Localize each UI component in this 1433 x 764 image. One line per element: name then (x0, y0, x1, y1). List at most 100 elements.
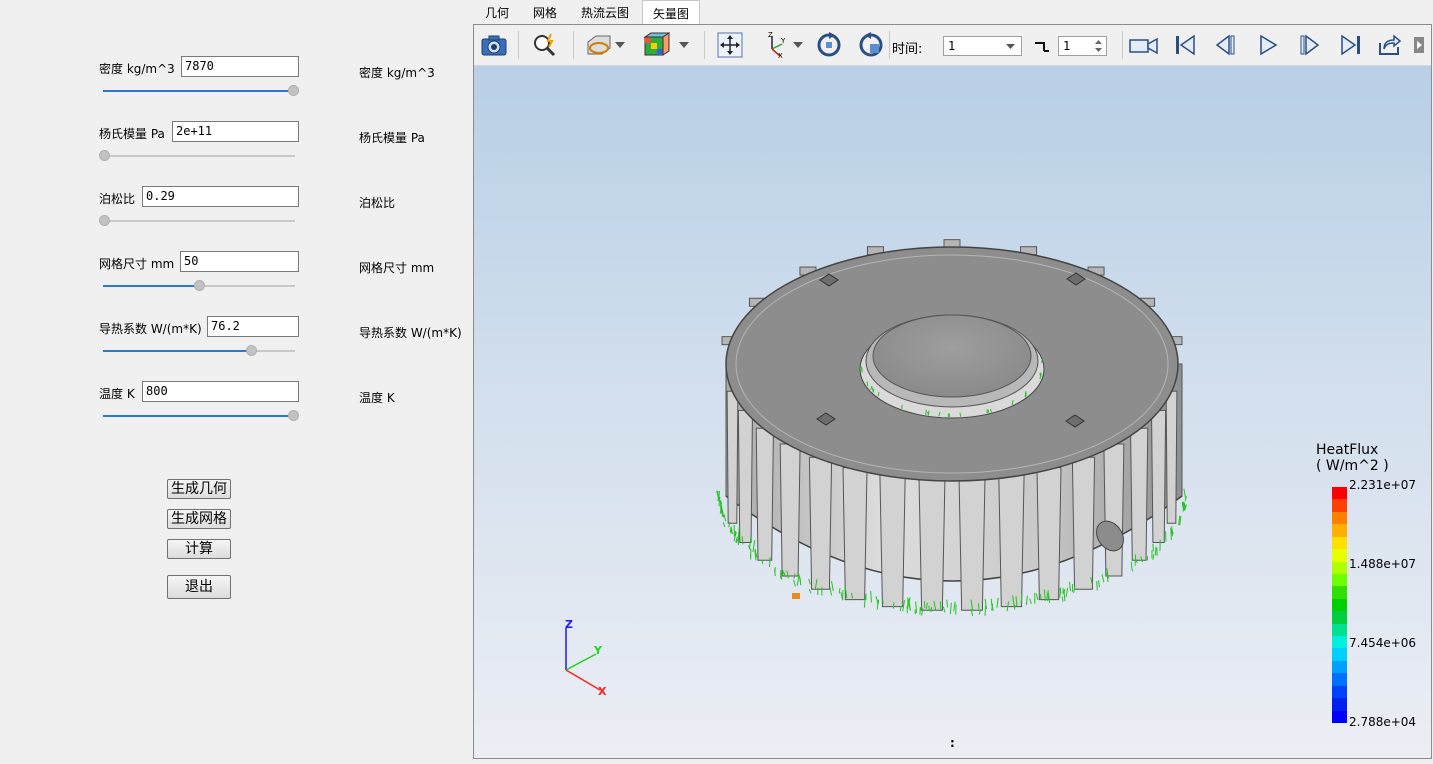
color-scale-step (1332, 685, 1347, 699)
fin (755, 427, 774, 561)
first-frame-icon[interactable] (1170, 30, 1200, 60)
param-input[interactable]: 7870 (181, 56, 299, 77)
time-select[interactable]: 1 (943, 36, 1022, 56)
flux-vector (1025, 392, 1027, 397)
slider-handle[interactable] (99, 215, 110, 226)
spin-arrows-icon (1095, 40, 1102, 52)
zoom-pick-icon[interactable] (530, 30, 560, 60)
color-scale-step (1332, 536, 1347, 550)
flux-vector (892, 602, 895, 609)
param-input[interactable]: 2e+11 (172, 121, 299, 142)
flux-vector (942, 606, 946, 613)
generate-geometry-button[interactable]: 生成几何 (167, 479, 231, 499)
last-frame-icon[interactable] (1336, 30, 1366, 60)
next-frame-icon[interactable] (1294, 30, 1324, 60)
axes-orientation-icon[interactable]: ZYX (759, 30, 789, 60)
flux-vector (1152, 543, 1154, 552)
compute-button[interactable]: 计算 (167, 539, 231, 559)
flux-vector (946, 599, 949, 608)
svg-text:Y: Y (780, 37, 786, 45)
step-spinbox[interactable]: 1 (1058, 36, 1107, 56)
param-slider[interactable] (103, 85, 299, 97)
flux-vector (752, 540, 756, 553)
toolbar-overflow-icon[interactable] (1411, 30, 1429, 60)
axis-z-label: Z (565, 618, 573, 631)
render-view[interactable]: Z Y X HeatFlux ( W/m^2 ) 2.231e+07 1.488… (474, 66, 1431, 758)
flux-vector (1183, 488, 1186, 498)
param-input[interactable]: 50 (180, 251, 299, 272)
flux-vector (953, 601, 956, 612)
step-icon (1032, 35, 1052, 58)
slider-fill (103, 285, 198, 287)
param-label: 泊松比 (99, 192, 136, 206)
status-text: : (950, 736, 955, 750)
slider-handle[interactable] (193, 280, 205, 291)
chevron-down-icon[interactable] (790, 30, 806, 60)
tab-geometry[interactable]: 几何 (475, 0, 519, 24)
fin (737, 410, 753, 544)
flux-vector (1063, 588, 1066, 595)
flux-vector (1029, 598, 1032, 605)
exit-button[interactable]: 退出 (167, 575, 231, 599)
color-scale-step (1332, 524, 1347, 538)
flux-vector (949, 602, 952, 615)
box-select-icon[interactable] (584, 30, 614, 60)
fit-view-icon[interactable] (715, 30, 745, 60)
export-icon[interactable] (1374, 30, 1404, 60)
param-label: 密度 kg/m^3 (99, 62, 175, 76)
param-input[interactable]: 800 (142, 381, 299, 402)
video-camera-icon[interactable] (1127, 30, 1161, 60)
tab-bar: 几何 网格 热流云图 矢量图 (473, 0, 1433, 26)
param-slider[interactable] (99, 215, 295, 227)
flux-vector (1065, 587, 1069, 598)
camera-icon[interactable] (479, 30, 509, 60)
param-slider[interactable] (103, 345, 295, 357)
flux-vector (1130, 561, 1133, 572)
param-input[interactable]: 0.29 (142, 186, 299, 207)
previous-frame-icon[interactable] (1211, 30, 1241, 60)
flux-vector (829, 586, 833, 596)
color-scale-step (1332, 660, 1347, 674)
color-scale-step (1332, 673, 1347, 687)
rotate-cw-icon[interactable] (814, 30, 844, 60)
color-scale-step (1332, 487, 1347, 500)
flux-vector (1098, 580, 1100, 588)
param-label: 导热系数 W/(m*K) (99, 322, 202, 336)
slider-handle[interactable] (99, 150, 110, 161)
rotate-ccw-icon[interactable] (856, 30, 886, 60)
param-slider[interactable] (103, 410, 299, 422)
slider-fill (103, 90, 292, 92)
generate-mesh-button[interactable]: 生成网格 (167, 509, 231, 529)
toolbar: ZYX 时间: 1 1 (474, 25, 1431, 66)
flux-vector (930, 607, 933, 612)
flux-vector (1134, 554, 1137, 566)
color-scale-step (1332, 561, 1347, 575)
color-scale-step (1332, 636, 1347, 649)
time-select-value: 1 (948, 39, 956, 53)
slider-handle[interactable] (288, 410, 299, 421)
flux-vector (1073, 586, 1076, 593)
tab-heatflux-contour[interactable]: 热流云图 (571, 0, 639, 24)
play-icon[interactable] (1253, 30, 1283, 60)
param-slider[interactable] (103, 280, 295, 292)
axis-x-label: X (598, 685, 607, 698)
fin (842, 467, 868, 601)
param-echo-label: 导热系数 W/(m*K) (359, 326, 462, 340)
flux-vector (838, 588, 841, 594)
slider-handle[interactable] (246, 345, 258, 356)
flux-vector (774, 568, 776, 577)
tab-vector-plot[interactable]: 矢量图 (642, 0, 701, 26)
fin (918, 477, 946, 611)
param-input[interactable]: 76.2 (207, 316, 299, 337)
legend-tick-min: 2.788e+04 (1349, 715, 1417, 729)
chevron-down-icon[interactable] (612, 30, 628, 60)
slider-handle[interactable] (288, 85, 299, 96)
parameter-panel: 密度 kg/m^3 7870 密度 kg/m^3 杨氏模量 Pa 2e+11 杨氏… (0, 0, 472, 764)
view-panel: ZYX 时间: 1 1 Z Y X HeatFlux (W/m^2) 2.2… (473, 24, 1432, 759)
color-cube-icon[interactable] (641, 30, 671, 60)
chevron-down-icon[interactable] (676, 30, 692, 60)
param-slider[interactable] (99, 150, 295, 162)
color-scale-step (1332, 549, 1347, 562)
tab-mesh[interactable]: 网格 (523, 0, 567, 24)
flux-vector (1154, 546, 1157, 556)
